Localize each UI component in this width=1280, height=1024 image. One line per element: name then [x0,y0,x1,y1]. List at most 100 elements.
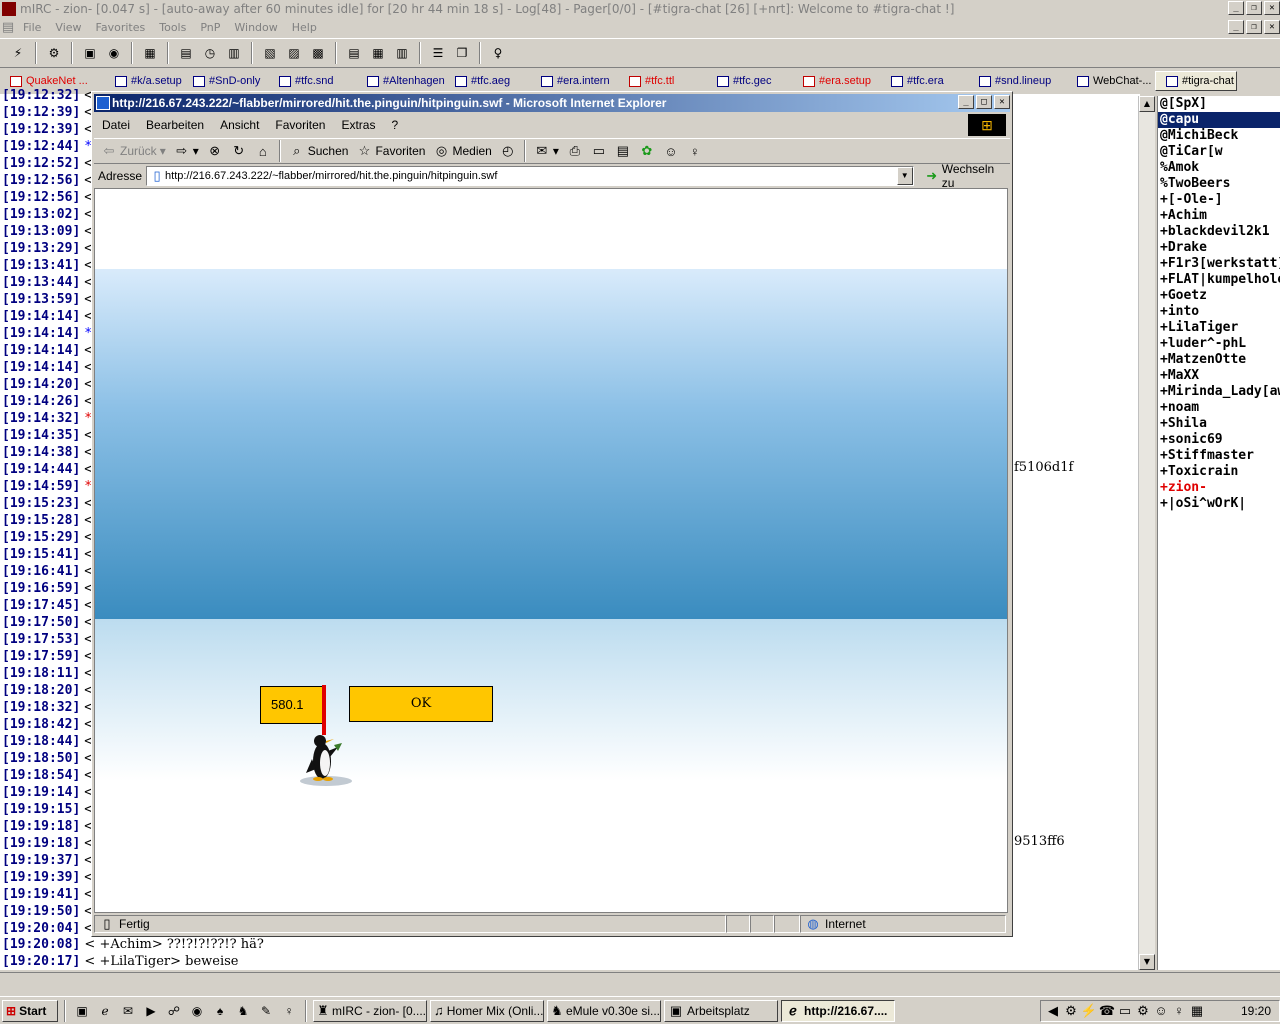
cascade-icon[interactable]: ❐ [452,43,472,63]
quicklaunch-desktop-icon[interactable]: ▣ [72,1001,92,1021]
back-button[interactable]: ⇦ Zurück ▾ [98,140,169,162]
icq-button[interactable]: ✿ [636,140,658,162]
antivirus-icon[interactable]: ⚡ [1081,1003,1097,1019]
quicklaunch-network-icon[interactable]: ☍ [164,1001,184,1021]
close-button[interactable]: ✕ [1264,1,1280,15]
quicklaunch-outlook-icon[interactable]: ✉ [118,1001,138,1021]
mdi-minimize-button[interactable]: _ [1228,20,1244,34]
nick-item[interactable]: @capu [1158,112,1280,128]
monitor-icon[interactable]: ▭ [1117,1003,1133,1019]
nick-item[interactable]: +into [1158,304,1280,320]
print-button[interactable]: ⎙ [564,140,586,162]
task-button[interactable]: ♫ Homer Mix (Onli... [430,999,544,1022]
ie-menu-datei[interactable]: Datei [94,118,138,132]
mirc-title-bar[interactable]: mIRC - zion- [0.047 s] - [auto-away afte… [0,0,1280,18]
mdi-doc-icon[interactable]: ▤ [0,20,16,36]
connect-icon[interactable]: ⚡ [8,43,28,63]
volume-icon[interactable]: ◀ [1045,1003,1061,1019]
go-button[interactable]: ➜ Wechseln zu [924,162,1010,190]
switchbar-tab[interactable]: #tfc.era [881,71,969,91]
ie-menu-help[interactable]: ? [383,118,406,132]
person-button[interactable]: ♀ [684,140,706,162]
nick-item[interactable]: +LilaTiger [1158,320,1280,336]
refresh-button[interactable]: ↻ [228,140,250,162]
switchbar-tab[interactable]: #tigra-chat [1155,71,1237,91]
switchbar-tab[interactable]: #era.setup [793,71,881,91]
quicklaunch-ie-icon[interactable]: ℯ [95,1001,115,1021]
switchbar-tab[interactable]: #k/a.setup [105,71,183,91]
grid-icon[interactable]: ▦ [1189,1003,1205,1019]
switchbar-tab[interactable]: #tfc.aeg [445,71,531,91]
nick-item[interactable]: +Shila [1158,416,1280,432]
nick-item[interactable]: +luder^-phL [1158,336,1280,352]
task-button[interactable]: ♞ eMule v0.30e si... [547,999,661,1022]
task-button[interactable]: ▣ Arbeitsplatz [664,999,778,1022]
forward-button[interactable]: ⇨ ▾ [171,140,202,162]
scroll-down-button[interactable]: ▼ [1139,954,1155,970]
menu-help[interactable]: Help [285,18,324,38]
notes-icon[interactable]: ▦ [368,43,388,63]
nick-item[interactable]: @[SpX] [1158,96,1280,112]
address-input[interactable]: ▯ http://216.67.243.222/~flabber/mirrore… [146,166,914,186]
edit-button[interactable]: ▭ [588,140,610,162]
quicklaunch-game-icon[interactable]: ♠ [210,1001,230,1021]
notify-list-icon[interactable]: ▤ [176,43,196,63]
switchbar-tab[interactable]: #Altenhagen [357,71,445,91]
ie-title-bar[interactable]: http://216.67.243.222/~flabber/mirrored/… [94,94,1010,112]
history-button[interactable]: ◴ [497,140,519,162]
aliases-icon[interactable]: ▨ [284,43,304,63]
ok-button[interactable]: OK [349,686,493,722]
nick-item[interactable]: +Toxicrain [1158,464,1280,480]
address-book-icon[interactable]: ▦ [140,43,160,63]
channels-folder-icon[interactable]: ▣ [80,43,100,63]
nick-item[interactable]: +MaXX [1158,368,1280,384]
restore-button[interactable]: ❐ [1246,1,1262,15]
globe-icon[interactable]: ◉ [104,43,124,63]
nick-item[interactable]: %Amok [1158,160,1280,176]
home-button[interactable]: ⌂ [252,140,274,162]
ie-menu-ansicht[interactable]: Ansicht [212,118,267,132]
address-dropdown-button[interactable]: ▼ [896,167,913,185]
quicklaunch-media-icon[interactable]: ▶ [141,1001,161,1021]
ie-close-button[interactable]: ✕ [994,95,1010,109]
nick-list[interactable]: @[SpX] @capu @MichiBeck @TiCar[w %Amok %TwoBe… [1157,96,1280,970]
nick-item[interactable]: +blackdevil2k1 [1158,224,1280,240]
quicklaunch-tool-icon[interactable]: ✎ [256,1001,276,1021]
nick-item[interactable]: +Mirinda_Lady[aw [1158,384,1280,400]
start-button[interactable]: ⊞ Start [2,999,58,1022]
nick-item[interactable]: +zion- [1158,480,1280,496]
nick-item[interactable]: %TwoBeers [1158,176,1280,192]
tile-horizontal-icon[interactable]: ☰ [428,43,448,63]
url-list-icon[interactable]: ▥ [392,43,412,63]
nick-item[interactable]: @TiCar[w [1158,144,1280,160]
nick-item[interactable]: +Drake [1158,240,1280,256]
favorites-button[interactable]: ☆ Favoriten [353,140,428,162]
nick-item[interactable]: +|oSi^wOrK| [1158,496,1280,512]
menu-file[interactable]: File [16,18,48,38]
media-button[interactable]: ◎ Medien [430,140,494,162]
clock[interactable]: 19:20 [1241,1004,1279,1018]
mdi-restore-button[interactable]: ❐ [1246,20,1262,34]
dcc-chat-icon[interactable]: ▩ [308,43,328,63]
ie-minimize-button[interactable]: _ [958,95,974,109]
menu-window[interactable]: Window [227,18,284,38]
options-icon[interactable]: ⚙ [44,43,64,63]
flash-game-area[interactable]: 580.1 OK [94,188,1008,913]
nick-item[interactable]: +Stiffmaster [1158,448,1280,464]
chat-scrollbar[interactable]: ▲ ▼ [1138,96,1155,970]
dcc-send-icon[interactable]: ▥ [224,43,244,63]
phone-icon[interactable]: ☎ [1099,1003,1115,1019]
nick-item[interactable]: +noam [1158,400,1280,416]
nick-item[interactable]: +F1r3[werkstatt] [1158,256,1280,272]
switchbar-tab[interactable]: WebChat-... [1067,71,1155,91]
nick-item[interactable]: +sonic69 [1158,432,1280,448]
ie-maximize-button[interactable]: □ [976,95,992,109]
switchbar-tab[interactable]: #snd.lineup [969,71,1067,91]
gear-icon[interactable]: ⚙ [1135,1003,1151,1019]
person-tray-icon[interactable]: ♀ [1171,1003,1187,1019]
menu-view[interactable]: View [48,18,88,38]
task-button[interactable]: ℯ http://216.67.... [781,999,895,1022]
switchbar-tab[interactable]: #tfc.snd [269,71,357,91]
switchbar-tab[interactable]: #SnD-only [183,71,269,91]
ie-menu-favoriten[interactable]: Favoriten [267,118,333,132]
